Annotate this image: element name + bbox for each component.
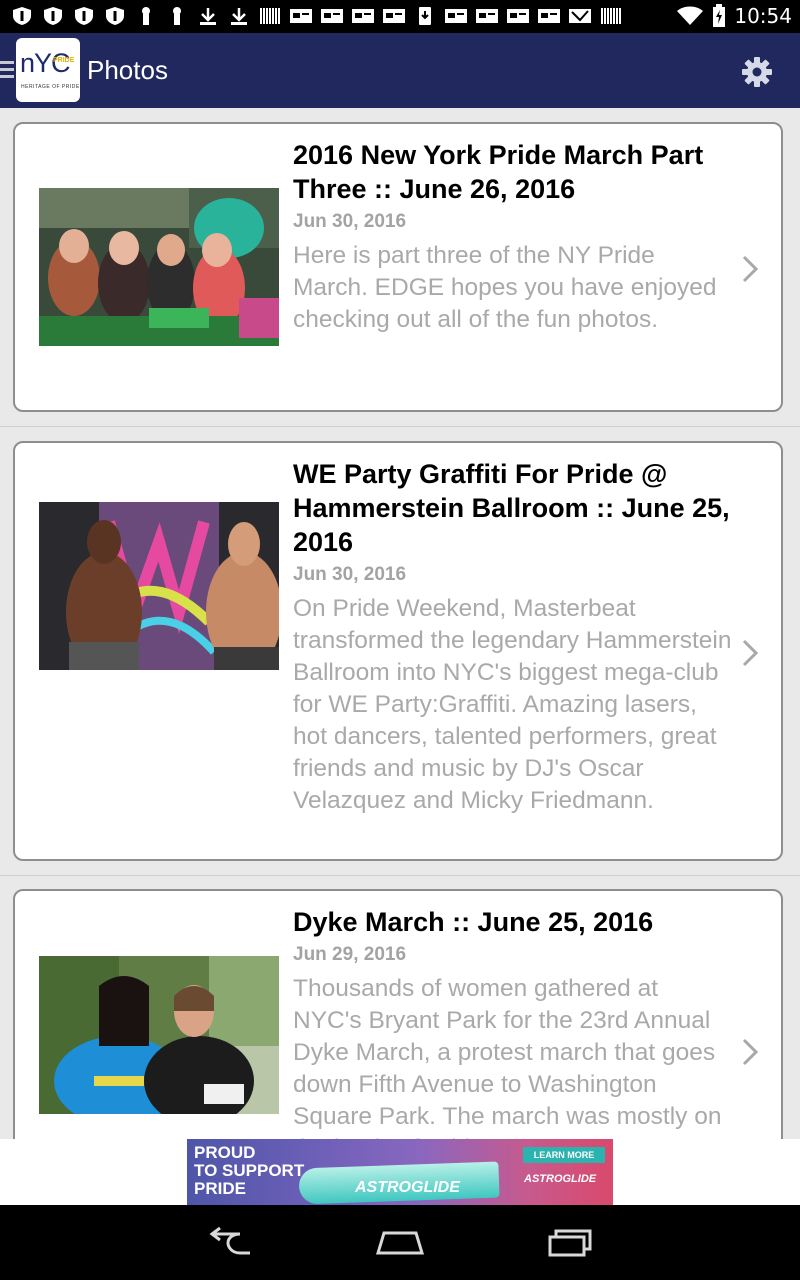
article-date: Jun 30, 2016 <box>293 211 407 232</box>
mail-check-icon <box>569 9 591 23</box>
ad-banner[interactable]: PROUD TO SUPPORT PRIDE ASTROGLIDE LEARN … <box>187 1139 613 1205</box>
article-description: On Pride Weekend, Masterbeat transformed… <box>293 595 732 814</box>
ad-tagline: PROUD TO SUPPORT PRIDE <box>194 1143 305 1198</box>
gear-icon[interactable] <box>740 55 774 89</box>
card-icon <box>445 9 467 23</box>
article-text: WE Party Graffiti For Pride @ Hammerstei… <box>293 457 733 817</box>
card-icon <box>321 9 343 23</box>
system-status: 10:54 <box>676 4 792 28</box>
article-title: WE Party Graffiti For Pride @ Hammerstei… <box>293 459 730 557</box>
app-bar: nYC PRIDE HERITAGE OF PRIDE Photos <box>0 33 800 108</box>
recents-icon[interactable] <box>540 1223 600 1263</box>
download-icon <box>231 8 247 25</box>
clock: 10:54 <box>734 4 792 28</box>
drawer-icon[interactable] <box>0 61 14 79</box>
card-icon <box>290 9 312 23</box>
card-icon <box>383 9 405 23</box>
article-thumbnail <box>39 502 279 670</box>
home-icon[interactable] <box>370 1223 430 1263</box>
barcode-icon <box>260 8 280 24</box>
article-thumbnail <box>39 188 279 346</box>
tower-icon <box>173 7 181 25</box>
app-logo[interactable]: nYC PRIDE HERITAGE OF PRIDE <box>16 38 80 102</box>
ad-bar: PROUD TO SUPPORT PRIDE ASTROGLIDE LEARN … <box>0 1139 800 1205</box>
chevron-right-icon[interactable] <box>741 1037 759 1067</box>
tower-icon <box>142 7 150 25</box>
card-icon <box>507 9 529 23</box>
article-thumbnail <box>39 956 279 1114</box>
article-date: Jun 29, 2016 <box>293 944 407 965</box>
notification-icons <box>10 6 623 26</box>
article-date: Jun 30, 2016 <box>293 564 407 585</box>
article-text: 2016 New York Pride March Part Three :: … <box>293 138 733 336</box>
page-title: Photos <box>87 55 168 85</box>
battery-icon <box>713 4 726 27</box>
article-card[interactable]: WE Party Graffiti For Pride @ Hammerstei… <box>13 441 783 861</box>
back-icon[interactable] <box>200 1223 260 1263</box>
article-text: Dyke March :: June 25, 2016 Jun 29, 2016… <box>293 905 733 1139</box>
article-list: 2016 New York Pride March Part Three :: … <box>0 108 800 1139</box>
shield-icon <box>75 7 93 25</box>
shield-icon <box>13 7 31 25</box>
article-title: 2016 New York Pride March Part Three :: … <box>293 140 704 204</box>
card-icon <box>352 9 374 23</box>
barcode-icon <box>601 8 621 24</box>
shield-icon <box>44 7 62 25</box>
card-icon <box>476 9 498 23</box>
phone-icon <box>419 7 431 25</box>
download-icon <box>200 8 216 25</box>
learn-more-button[interactable]: LEARN MORE <box>523 1147 605 1163</box>
divider <box>0 426 800 427</box>
divider <box>0 875 800 876</box>
article-description: Here is part three of the NY Pride March… <box>293 242 717 333</box>
navigation-bar <box>0 1205 800 1280</box>
article-title: Dyke March :: June 25, 2016 <box>293 907 654 937</box>
logo-subtitle: HERITAGE OF PRIDE <box>21 84 80 90</box>
logo-badge: PRIDE <box>53 57 75 64</box>
status-bar: 10:54 <box>0 0 800 33</box>
ad-brand-logo: ASTROGLIDE <box>524 1173 597 1185</box>
article-description: Thousands of women gathered at NYC's Bry… <box>293 975 722 1139</box>
shield-icon <box>106 7 124 25</box>
chevron-right-icon[interactable] <box>741 254 759 284</box>
card-icon <box>538 9 560 23</box>
chevron-right-icon[interactable] <box>741 638 759 668</box>
ad-product-name: ASTROGLIDE <box>355 1179 460 1196</box>
article-card[interactable]: 2016 New York Pride March Part Three :: … <box>13 122 783 412</box>
wifi-icon <box>677 6 704 25</box>
article-card[interactable]: Dyke March :: June 25, 2016 Jun 29, 2016… <box>13 889 783 1139</box>
